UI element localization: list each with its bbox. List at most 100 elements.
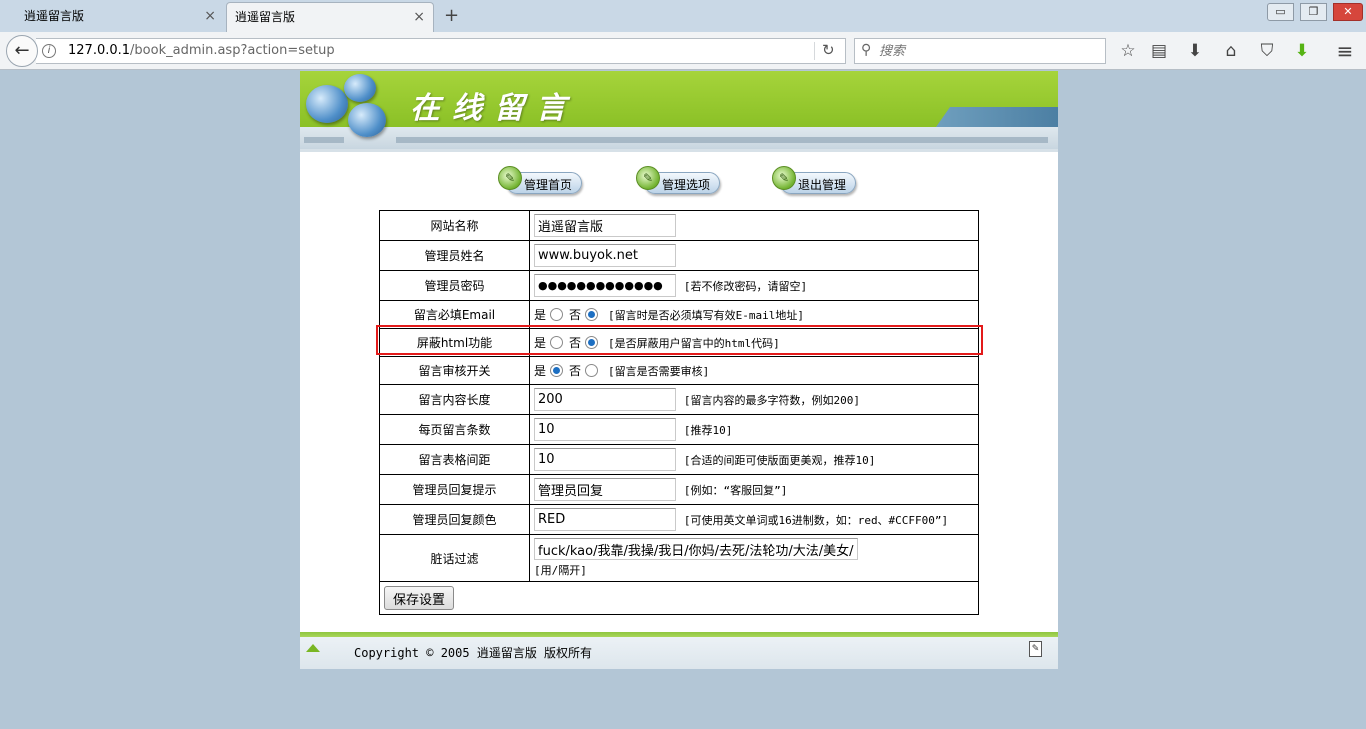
radio-label-yes: 是 — [534, 308, 547, 322]
browser-nav-bar: i 127.0.0.1/book_admin.asp?action=setup … — [0, 32, 1366, 70]
search-box[interactable]: ⚲ — [854, 38, 1106, 64]
setting-value-cell: [用/隔开] — [529, 534, 979, 582]
setting-label: 管理员密码 — [379, 270, 530, 301]
setting-label: 网站名称 — [379, 210, 530, 241]
url-host: 127.0.0.1 — [68, 43, 131, 58]
setting-value-cell: [合适的间距可使版面更美观，推荐10] — [529, 444, 979, 475]
review-yes-radio[interactable] — [550, 364, 564, 377]
setting-row-admin-password: 管理员密码 [若不修改密码，请留空] — [379, 270, 979, 301]
browser-tab-bar: 逍遥留言版 × 逍遥留言版 × + ▭ ❐ ✕ — [0, 0, 1366, 32]
up-arrow-icon[interactable] — [306, 644, 320, 652]
site-banner: 在线留言 — [300, 71, 1058, 149]
setting-value-cell: [留言内容的最多字符数，例如200] — [529, 384, 979, 415]
setting-row-per-page: 每页留言条数 [推荐10] — [379, 414, 979, 445]
window-close-button[interactable]: ✕ — [1333, 3, 1363, 21]
setting-row-content-length: 留言内容长度 [留言内容的最多字符数，例如200] — [379, 384, 979, 415]
bubble-logo-icon — [344, 74, 376, 102]
tab-close-icon[interactable]: × — [204, 2, 216, 30]
reading-list-icon[interactable]: ▤ — [1148, 40, 1170, 62]
setting-hint: [例如：“客服回复”] — [683, 483, 788, 497]
admin-password-input[interactable] — [534, 274, 676, 297]
setting-row-reply-color: 管理员回复颜色 [可使用英文单词或16进制数，如：red、#CCFF00”] — [379, 504, 979, 535]
save-cell: 保存设置 — [379, 581, 979, 615]
copyright-text: Copyright © 2005 逍遥留言版 版权所有 — [354, 646, 593, 660]
setting-value-cell: [若不修改密码，请留空] — [529, 270, 979, 301]
note-edit-icon[interactable]: ✎ — [1029, 641, 1042, 657]
url-path: /book_admin.asp?action=setup — [130, 43, 335, 58]
admin-home-button[interactable]: ✎ 管理首页 — [498, 166, 584, 196]
setting-row-save: 保存设置 — [379, 581, 979, 615]
bookmark-star-icon[interactable]: ☆ — [1117, 40, 1139, 62]
admin-name-input[interactable] — [534, 244, 676, 267]
per-page-input[interactable] — [534, 418, 676, 441]
banner-decoration — [936, 107, 1058, 127]
save-settings-button[interactable]: 保存设置 — [384, 586, 455, 610]
tab-title: 逍遥留言版 — [24, 9, 85, 23]
setting-row-admin-name: 管理员姓名 — [379, 240, 979, 271]
setting-row-reply-prompt: 管理员回复提示 [例如：“客服回复”] — [379, 474, 979, 505]
setting-hint: [可使用英文单词或16进制数，如：red、#CCFF00”] — [683, 513, 949, 527]
radio-label-yes: 是 — [534, 364, 547, 378]
site-name-input[interactable] — [534, 214, 676, 237]
extension-download-icon[interactable]: ⬇ — [1291, 40, 1313, 62]
banner-title: 在线留言 — [410, 91, 578, 126]
word-filter-input[interactable] — [534, 538, 858, 560]
highlight-annotation-box — [376, 325, 983, 355]
home-icon[interactable]: ⌂ — [1220, 40, 1242, 62]
setting-label: 管理员回复提示 — [379, 474, 530, 505]
radio-label-no: 否 — [569, 308, 582, 322]
setting-row-site-name: 网站名称 — [379, 210, 979, 241]
review-no-radio[interactable] — [585, 364, 599, 377]
setting-value-cell — [529, 240, 979, 271]
bubble-logo-icon — [306, 85, 348, 123]
tab-title: 逍遥留言版 — [235, 10, 296, 24]
window-minimize-button[interactable]: ▭ — [1267, 3, 1294, 21]
url-text[interactable]: 127.0.0.1/book_admin.asp?action=setup — [68, 43, 335, 58]
banner-stripe — [396, 137, 1048, 143]
admin-logout-button[interactable]: ✎ 退出管理 — [772, 166, 858, 196]
site-info-icon[interactable]: i — [42, 44, 56, 58]
new-tab-button[interactable]: + — [444, 4, 459, 28]
hamburger-menu-icon[interactable]: ≡ — [1334, 40, 1356, 62]
back-button[interactable]: ← — [6, 35, 38, 67]
page-footer: Copyright © 2005 逍遥留言版 版权所有 ✎ — [300, 632, 1058, 669]
admin-nav: ✎ 管理首页 ✎ 管理选项 ✎ 退出管理 — [300, 166, 1058, 196]
banner-divider — [300, 149, 1058, 152]
nav-label: 管理首页 — [524, 178, 573, 192]
tab-close-icon[interactable]: × — [413, 3, 425, 31]
require-email-no-radio[interactable] — [585, 308, 599, 321]
require-email-yes-radio[interactable] — [550, 308, 564, 321]
setting-value-cell: [可使用英文单词或16进制数，如：red、#CCFF00”] — [529, 504, 979, 535]
setting-label: 每页留言条数 — [379, 414, 530, 445]
setting-hint: [合适的间距可使版面更美观，推荐10] — [683, 453, 876, 467]
reply-prompt-input[interactable] — [534, 478, 676, 501]
setting-hint: [若不修改密码，请留空] — [683, 279, 808, 293]
banner-stripe — [304, 137, 344, 143]
edit-pencil-icon: ✎ — [636, 166, 660, 190]
window-maximize-button[interactable]: ❐ — [1300, 3, 1327, 21]
browser-tab-1[interactable]: 逍遥留言版 × — [0, 2, 224, 32]
settings-form-table: 网站名称 管理员姓名 管理员密码 [若不修改密码，请留空] 留言必填Email … — [379, 210, 979, 615]
setting-value-cell: 是 否 [留言是否需要审核] — [529, 356, 979, 385]
setting-label: 留言表格间距 — [379, 444, 530, 475]
setting-hint: [留言内容的最多字符数，例如200] — [683, 393, 860, 407]
footer-divider — [300, 632, 1058, 637]
admin-options-button[interactable]: ✎ 管理选项 — [636, 166, 722, 196]
setting-row-word-filter: 脏话过滤 [用/隔开] — [379, 534, 979, 582]
pocket-icon[interactable]: ⛉ — [1256, 40, 1278, 62]
setting-label: 管理员回复颜色 — [379, 504, 530, 535]
table-spacing-input[interactable] — [534, 448, 676, 471]
address-bar[interactable]: i 127.0.0.1/book_admin.asp?action=setup … — [36, 38, 846, 64]
browser-tab-2-active[interactable]: 逍遥留言版 × — [226, 2, 434, 32]
setting-label: 留言审核开关 — [379, 356, 530, 385]
setting-label: 留言内容长度 — [379, 384, 530, 415]
setting-label: 脏话过滤 — [379, 534, 530, 582]
reply-color-input[interactable] — [534, 508, 676, 531]
reload-icon[interactable]: ↻ — [822, 41, 835, 59]
setting-hint: [留言是否需要审核] — [608, 364, 710, 378]
search-input[interactable] — [879, 42, 1099, 60]
download-icon[interactable]: ⬇ — [1184, 40, 1206, 62]
content-length-input[interactable] — [534, 388, 676, 411]
setting-row-table-spacing: 留言表格间距 [合适的间距可使版面更美观，推荐10] — [379, 444, 979, 475]
url-separator — [814, 42, 815, 60]
